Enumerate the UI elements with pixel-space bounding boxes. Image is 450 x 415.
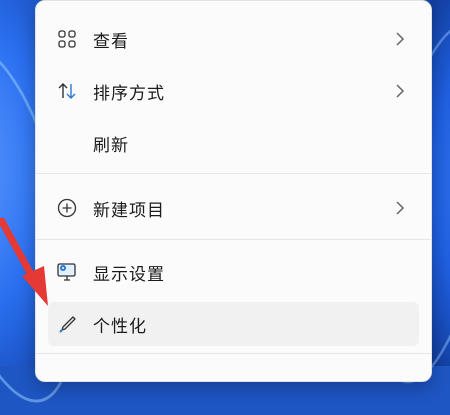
chevron-right-icon: [396, 32, 405, 46]
menu-item-sort[interactable]: 排序方式: [48, 69, 419, 113]
menu-item-label: 刷新: [93, 135, 129, 156]
desktop-context-menu: 查看 排序方式 刷新 新建项目 显示设置 个性化: [35, 0, 432, 382]
menu-item-label: 排序方式: [93, 83, 165, 104]
menu-item-label: 显示设置: [93, 264, 165, 285]
menu-item-refresh[interactable]: 刷新: [48, 121, 419, 165]
chevron-right-icon: [396, 84, 405, 98]
menu-separator: [36, 239, 431, 240]
menu-item-label: 查看: [93, 31, 129, 52]
sort-icon: [56, 80, 78, 102]
menu-item-display-settings[interactable]: 显示设置: [48, 250, 419, 294]
menu-item-personalize[interactable]: 个性化: [48, 302, 419, 346]
new-item-plus-icon: [56, 197, 78, 219]
menu-item-view[interactable]: 查看: [48, 17, 419, 61]
menu-separator: [36, 353, 431, 354]
view-grid-icon: [56, 28, 78, 50]
menu-item-label: 个性化: [93, 316, 147, 337]
menu-item-label: 新建项目: [93, 200, 165, 221]
menu-separator: [36, 173, 431, 174]
menu-item-new[interactable]: 新建项目: [48, 186, 419, 230]
chevron-right-icon: [396, 201, 405, 215]
red-pointer-arrow: [0, 218, 48, 306]
